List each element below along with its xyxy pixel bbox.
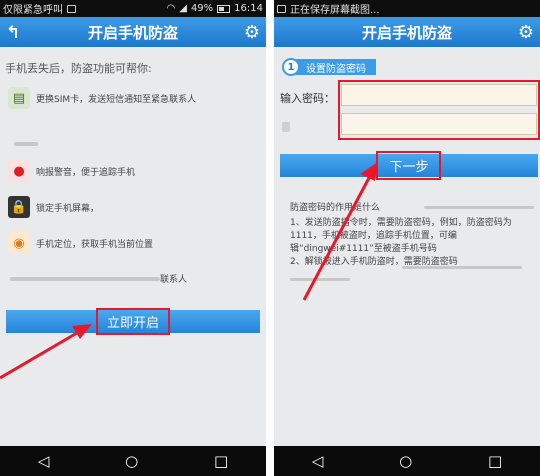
home-nav-icon[interactable]: ○ — [399, 452, 412, 470]
right-screen: 正在保存屏幕截图... 开启手机防盗 ⚙ 1 设置防盗密码 输入密码： 下一步 … — [274, 0, 540, 476]
home-nav-icon[interactable]: ○ — [125, 452, 138, 470]
left-screen: 仅限紧急呼叫 ◠ ◢ 49% 16:14 ↰ 开启手机防盗 ⚙ 手机丢失后，防盗… — [0, 0, 266, 476]
nav-bar: ◁ ○ □ — [0, 446, 266, 476]
recent-nav-icon[interactable]: □ — [488, 452, 502, 470]
recent-nav-icon[interactable]: □ — [214, 452, 228, 470]
back-nav-icon[interactable]: ◁ — [312, 452, 324, 470]
annotation-arrow — [0, 324, 92, 380]
nav-bar: ◁ ○ □ — [274, 446, 540, 476]
step-number: 1 — [282, 58, 300, 76]
back-nav-icon[interactable]: ◁ — [38, 452, 50, 470]
annotation-arrow — [302, 162, 378, 301]
